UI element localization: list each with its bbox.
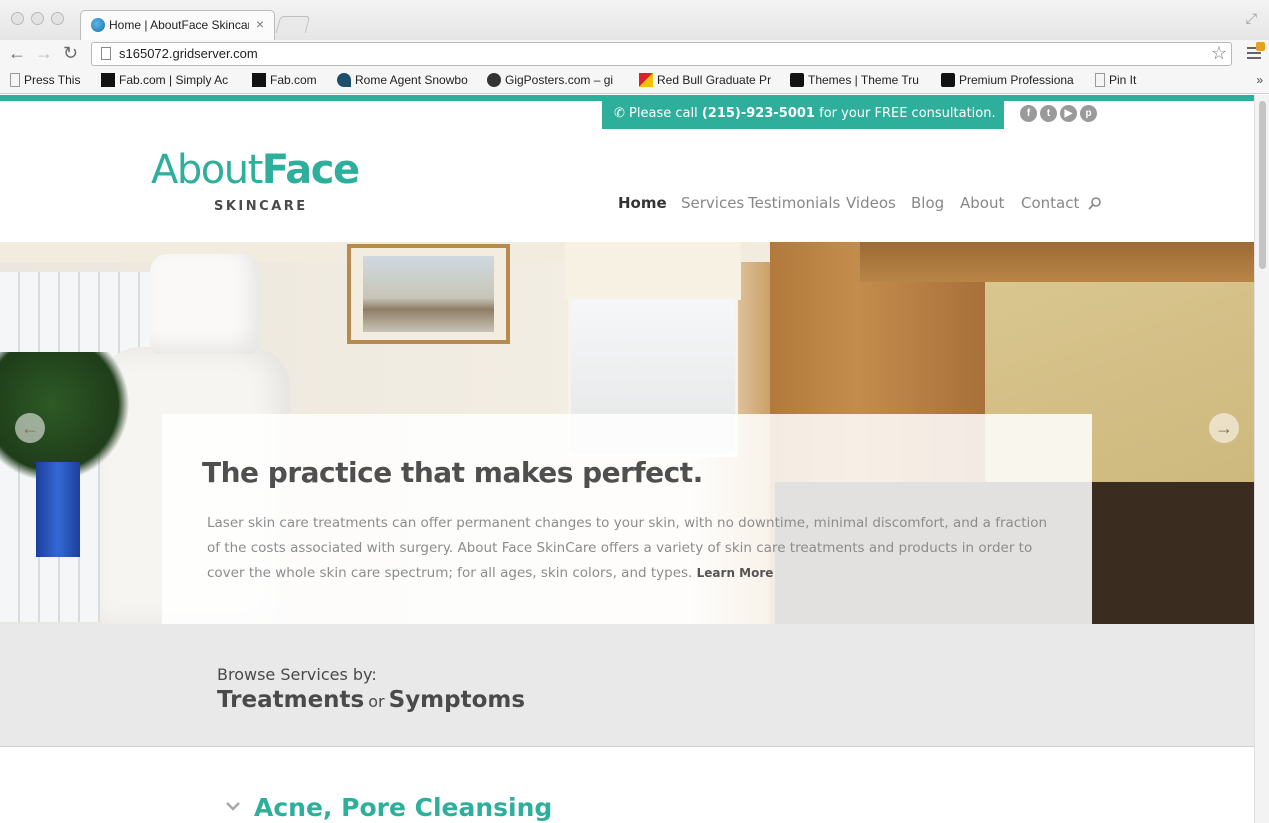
nav-contact[interactable]: Contact [1021, 194, 1079, 212]
drupal-favicon-icon [91, 18, 105, 32]
browser-tab-active[interactable]: Home | AboutFace Skincare × [80, 10, 275, 40]
bookmark-item[interactable]: Themes | Theme Tru [790, 73, 925, 87]
phone-number[interactable]: (215)-923-5001 [702, 106, 815, 121]
youtube-icon[interactable]: ▶ [1060, 105, 1077, 122]
nav-about[interactable]: About [960, 194, 1004, 212]
browser-menu-icon[interactable] [1247, 42, 1265, 60]
call-banner: ✆ Please call (215)-923-5001 for your FR… [602, 101, 1004, 129]
zoom-window-button[interactable] [51, 12, 64, 25]
treatments-link[interactable]: Treatments [217, 687, 364, 713]
themetrust-icon [941, 73, 955, 87]
hero-slider: ← → The practice that makes perfect. Las… [0, 242, 1254, 624]
page-scrollbar[interactable] [1254, 95, 1269, 823]
bookmark-item[interactable]: Rome Agent Snowbo [337, 73, 472, 87]
phone-icon: ✆ [614, 106, 625, 121]
snowboard-icon [337, 73, 351, 87]
close-window-button[interactable] [11, 12, 24, 25]
site-logo[interactable]: AboutFace [151, 147, 360, 193]
tab-title: Home | AboutFace Skincare [109, 18, 249, 32]
symptoms-link[interactable]: Symptoms [389, 687, 525, 713]
logo-tagline: SKINCARE [214, 199, 308, 214]
more-bookmarks-chevron-icon[interactable]: » [1256, 73, 1263, 87]
nav-videos[interactable]: Videos [846, 194, 896, 212]
hero-caption-panel: The practice that makes perfect. Laser s… [162, 414, 1092, 624]
bookmark-item[interactable]: Press This [10, 73, 90, 87]
bookmarks-bar: Press This Fab.com | Simply Ac Fab.com R… [0, 68, 1269, 94]
bookmark-item[interactable]: Premium Professiona [941, 73, 1076, 87]
or-label: or [368, 692, 385, 711]
url-text[interactable]: s165072.gridserver.com [119, 46, 258, 61]
page-icon [10, 73, 20, 87]
bookmark-item[interactable]: Pin It [1095, 73, 1155, 87]
nav-services[interactable]: Services [681, 194, 744, 212]
hero-title: The practice that makes perfect. [202, 456, 703, 489]
nav-testimonials[interactable]: Testimonials [748, 194, 840, 212]
hero-photo-blind [565, 242, 741, 300]
fab-icon [101, 73, 115, 87]
new-tab-button[interactable] [275, 16, 311, 33]
scrollbar-thumb[interactable] [1259, 101, 1266, 269]
bookmark-item[interactable]: Fab.com [252, 73, 322, 87]
hero-photo-chair [150, 254, 260, 354]
browse-services-label: Browse Services by: [217, 665, 377, 684]
hero-description: Laser skin care treatments can offer per… [207, 515, 1048, 581]
slider-prev-arrow-icon[interactable]: ← [15, 413, 45, 443]
bookmark-star-icon[interactable]: ☆ [1211, 43, 1227, 64]
address-bar[interactable]: s165072.gridserver.com ☆ [91, 42, 1232, 66]
browse-options: Treatments or Symptoms [217, 687, 525, 713]
slider-next-arrow-icon[interactable]: → [1209, 413, 1239, 443]
nav-home[interactable]: Home [618, 194, 667, 212]
bookmark-item[interactable]: Fab.com | Simply Ac [101, 73, 236, 87]
browser-titlebar: Home | AboutFace Skincare × ⤢ [0, 0, 1269, 40]
hero-photo-painting [347, 244, 510, 344]
redbull-icon [639, 73, 653, 87]
update-badge-icon [1256, 42, 1265, 51]
minimize-window-button[interactable] [31, 12, 44, 25]
hero-photo-cabinet [860, 242, 1254, 282]
browse-services-band: Browse Services by: Treatments or Symptoms [0, 624, 1254, 747]
page-icon [1095, 73, 1105, 87]
page-viewport: ✆ Please call (215)-923-5001 for your FR… [0, 95, 1254, 823]
page-icon [101, 47, 111, 60]
fullscreen-icon[interactable]: ⤢ [1246, 10, 1257, 27]
pinterest-icon[interactable]: p [1080, 105, 1097, 122]
chevron-down-icon[interactable] [226, 799, 240, 813]
reload-icon[interactable]: ↻ [63, 43, 78, 64]
search-icon[interactable] [1088, 197, 1101, 210]
themetrust-icon [790, 73, 804, 87]
twitter-icon[interactable]: t [1040, 105, 1057, 122]
hero-photo-vase [36, 462, 80, 557]
tab-close-icon[interactable]: × [256, 16, 264, 32]
browser-toolbar: ← → ↻ s165072.gridserver.com ☆ [0, 40, 1269, 68]
service-category-title[interactable]: Acne, Pore Cleansing [254, 793, 552, 822]
back-arrow-icon[interactable]: ← [8, 43, 26, 64]
learn-more-link[interactable]: Learn More [697, 566, 774, 580]
bookmark-item[interactable]: Red Bull Graduate Pr [639, 73, 774, 87]
nav-blog[interactable]: Blog [911, 194, 944, 212]
fab-icon [252, 73, 266, 87]
forward-arrow-icon[interactable]: → [35, 43, 53, 64]
facebook-icon[interactable]: f [1020, 105, 1037, 122]
bookmark-item[interactable]: GigPosters.com – gi [487, 73, 622, 87]
gigposters-icon [487, 73, 501, 87]
